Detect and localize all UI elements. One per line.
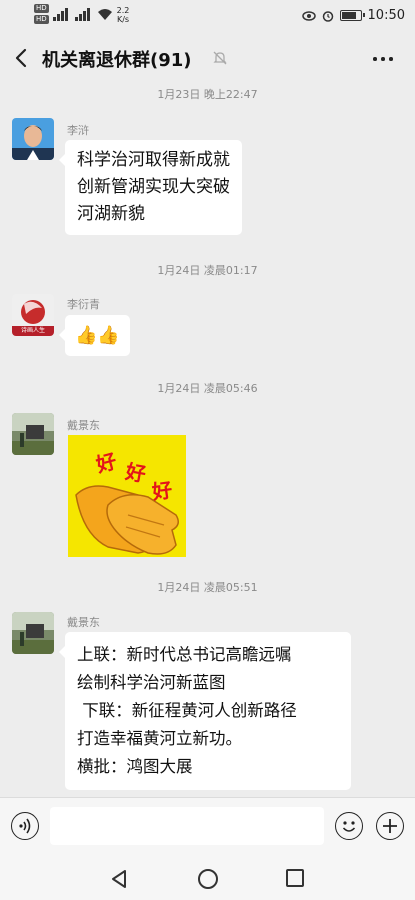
message-line: 横批：鸿图大展 [77,757,193,776]
input-bar [0,797,415,857]
status-time: 10:50 [367,8,405,23]
message-line: 上联：新时代总书记高瞻远嘱 [77,645,292,664]
plus-icon[interactable] [376,812,404,840]
message-line: 绘制科学治河新蓝图 [77,673,226,692]
avatar-li-hu[interactable] [12,118,54,160]
system-nav-bar [0,857,415,900]
message-line: 创新管湖实现大突破 [77,177,230,197]
message-line: 下联：新征程黄河人创新路径 [77,701,297,720]
wifi-icon [97,9,112,20]
message-line: 河湖新貌 [77,204,145,224]
avatar-dai-jingdong[interactable] [12,612,54,654]
message-line: 科学治河取得新成就 [77,150,230,170]
sender-name: 戴景东 [67,419,100,432]
back-icon[interactable] [12,46,32,70]
message-bubble[interactable]: 科学治河取得新成就 创新管湖实现大突破 河湖新貌 [59,140,242,235]
message-input[interactable] [50,807,324,845]
chat-header: 机关离退休群(91) [0,34,415,84]
mute-bell-icon [213,51,227,65]
status-left: HD HD 2.2 K/s [34,4,129,24]
sim-indicators: HD HD [34,4,49,24]
more-icon[interactable] [371,48,395,68]
status-right: 10:50 [301,8,405,23]
message-bubble[interactable]: 上联：新时代总书记高瞻远嘱 绘制科学治河新蓝图 下联：新征程黄河人创新路径 打造… [59,632,351,790]
avatar-dai-jingdong[interactable] [12,413,54,455]
signal2-icon [74,7,93,21]
timestamp: 1月23日 晚上22:47 [157,88,258,101]
alarm-icon [322,10,333,22]
nav-home-icon[interactable] [198,869,218,889]
voice-icon[interactable] [11,812,39,840]
eye-icon [301,10,316,21]
timestamp: 1月24日 凌晨01:17 [157,264,258,277]
status-bar: HD HD 2.2 K/s 10:50 [0,0,415,34]
timestamp: 1月24日 凌晨05:51 [157,581,258,594]
nav-recent-icon[interactable] [286,869,304,887]
nav-back-icon[interactable] [110,869,128,889]
timestamp: 1月24日 凌晨05:46 [157,382,258,395]
avatar-li-yanqing[interactable]: 诗画人生 [12,294,54,336]
sim2-badge: HD [34,15,49,24]
sender-name: 李衍青 [67,298,100,311]
sender-name: 戴景东 [67,616,100,629]
signal-icon [52,7,71,21]
sender-name: 李浒 [67,124,89,137]
network-speed: 2.2 K/s [117,6,130,24]
thumbs-up-icon: 👍👍 [75,325,120,346]
sticker-text: 好 [150,477,174,505]
avatar-caption: 诗画人生 [20,327,45,334]
emoji-icon[interactable] [335,812,363,840]
message-line: 打造幸福黄河立新功。 [77,729,242,748]
clapping-sticker[interactable]: 好 好 好 [68,435,186,557]
speed-unit: K/s [116,15,130,24]
speed-value: 2.2 [116,6,130,15]
sim1-badge: HD [34,4,49,13]
message-bubble[interactable]: 👍👍 [59,315,130,356]
chat-title[interactable]: 机关离退休群(91) [42,46,192,72]
battery-icon [339,10,365,21]
